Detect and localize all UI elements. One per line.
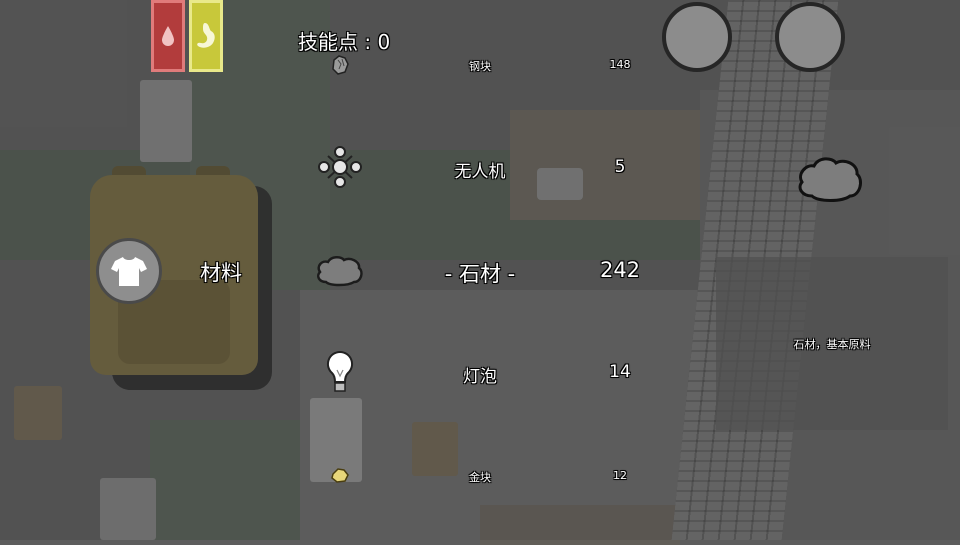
- skill-points-label: 技能点 : 0: [298, 30, 391, 54]
- category-label: 材料: [200, 261, 242, 285]
- item-quantity: 5: [614, 157, 626, 177]
- category-button[interactable]: [96, 238, 162, 304]
- blood-status-bar: [151, 0, 185, 72]
- blood-drop-icon: [162, 26, 174, 46]
- stomach-icon: [197, 23, 215, 48]
- lightbulb-icon: [326, 350, 354, 392]
- item-description: 石材，基本原料: [793, 338, 871, 351]
- item-quantity: 12: [613, 469, 627, 482]
- action-button-left[interactable]: [662, 2, 732, 72]
- item-name[interactable]: 钢块: [410, 58, 550, 74]
- action-button-right[interactable]: [775, 2, 845, 72]
- item-name-selected[interactable]: - 石材 -: [410, 258, 550, 288]
- item-quantity-selected: 242: [599, 258, 641, 282]
- item-quantity: 14: [609, 362, 631, 382]
- gold-nugget-icon: [331, 468, 349, 483]
- item-name[interactable]: 金块: [410, 469, 550, 485]
- item-quantity: 148: [609, 58, 631, 71]
- steel-chunk-icon: [332, 55, 349, 75]
- hunger-status-bar: [189, 0, 223, 72]
- shirt-icon: [111, 257, 147, 286]
- stone-icon: [317, 256, 363, 287]
- drone-icon: [318, 146, 362, 188]
- item-name[interactable]: 灯泡: [410, 362, 550, 387]
- item-name[interactable]: 无人机: [410, 157, 550, 182]
- stone-preview-icon: [798, 157, 862, 202]
